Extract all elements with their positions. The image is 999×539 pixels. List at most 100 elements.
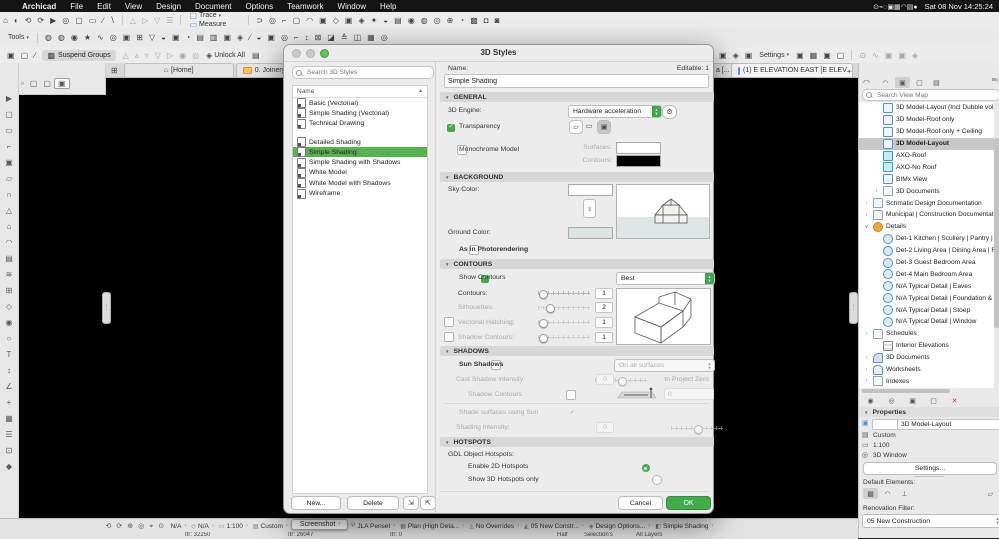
- crumb-reno-filter[interactable]: ◭ 05 New Constr... ›: [522, 523, 587, 530]
- navigator-menu-button[interactable]: ≡›: [992, 77, 998, 84]
- tree-icon[interactable]: ▣: [882, 51, 896, 60]
- contours-row[interactable]: Contours: 1: [440, 286, 616, 301]
- clone-icon[interactable]: ▣: [742, 51, 756, 60]
- inject-parameters-icon[interactable]: ∖: [107, 16, 118, 25]
- crumb-penset[interactable]: Ψ JLA Penset ›: [348, 523, 398, 530]
- cloud-display-icon[interactable]: ◠: [880, 488, 895, 499]
- trace-combo[interactable]: ▢ Trace ▾: [185, 11, 244, 20]
- crumb-overrides[interactable]: ◬ No Overrides ›: [467, 523, 522, 530]
- dimension-tool-icon[interactable]: +: [0, 395, 18, 411]
- unlock-icon[interactable]: ◎: [189, 51, 202, 60]
- new-style-button[interactable]: New...: [291, 496, 341, 510]
- orbit-mode-icon[interactable]: ◎: [136, 523, 147, 530]
- layers-icon[interactable]: ☰: [163, 16, 176, 25]
- frame-icon[interactable]: ▢: [290, 16, 304, 25]
- render-icon[interactable]: ◔: [183, 33, 194, 42]
- arc-icon[interactable]: ◠: [303, 16, 316, 25]
- text-tool-icon[interactable]: ∠: [0, 379, 18, 395]
- window-tool-icon[interactable]: ▣: [0, 155, 18, 171]
- menu-edit[interactable]: Edit: [90, 2, 118, 11]
- railing-tool-icon[interactable]: ≋: [0, 267, 18, 283]
- pan-icon[interactable]: ◐: [11, 16, 22, 25]
- menu-view[interactable]: View: [118, 2, 149, 11]
- marquee-box-icon[interactable]: ▣: [53, 78, 70, 89]
- vectorial-hatching-row[interactable]: Vectorial Hatching: 1: [440, 315, 616, 330]
- section-shadows[interactable]: ▼ SHADOWS: [440, 346, 714, 356]
- boolean-icon[interactable]: ⊠: [312, 33, 325, 42]
- scissors-icon[interactable]: ⊃: [253, 16, 266, 25]
- element-3d-icon[interactable]: ◈: [234, 33, 246, 42]
- walk-mode-icon[interactable]: ⌖: [147, 523, 156, 530]
- story-icon[interactable]: ▽: [146, 33, 158, 42]
- fit-icon[interactable]: ⌐: [279, 16, 290, 25]
- navigator-item[interactable]: 3D Model-Layout (Incl Dubble volum: [859, 102, 994, 114]
- shadow-angle-value[interactable]: 0: [664, 388, 714, 400]
- menu-file[interactable]: File: [63, 2, 90, 11]
- right-palette-resize-handle[interactable]: ⋮: [849, 292, 858, 324]
- tab-home[interactable]: ⌂ [Home]: [123, 63, 234, 77]
- navigator-item[interactable]: 3D Model-Layout: [859, 137, 994, 150]
- menu-options[interactable]: Options: [239, 2, 281, 11]
- style-basic-vectorial[interactable]: Basic (Vectorial): [293, 98, 427, 109]
- navigator-item[interactable]: AXO-No Roof: [859, 161, 994, 173]
- selection-info[interactable]: Selection's: [584, 532, 613, 538]
- group-icon[interactable]: ▣: [4, 51, 18, 60]
- navigator-item[interactable]: N/A Typical Detail | Eaves: [859, 280, 994, 292]
- send-back-icon[interactable]: ▽: [152, 51, 164, 60]
- navigator-item[interactable]: N/A Typical Detail | Window: [859, 316, 994, 328]
- grid-snap-icon[interactable]: ▩: [467, 16, 481, 25]
- attach-icon[interactable]: ◎: [378, 33, 391, 42]
- bring-forward-icon[interactable]: ▵: [132, 51, 142, 60]
- sky-color-swatch[interactable]: [568, 184, 613, 196]
- close-button[interactable]: [292, 49, 301, 58]
- sun-study-icon[interactable]: ◔: [456, 16, 467, 25]
- slab-tool-icon[interactable]: △: [0, 203, 18, 219]
- align-mid-icon[interactable]: ▷: [139, 16, 151, 25]
- view-name-field[interactable]: 3D Model-Layout: [897, 419, 999, 430]
- stair-tool-icon[interactable]: ▤: [0, 251, 18, 267]
- sync-icon[interactable]: ⊙: [856, 51, 869, 60]
- section-contours[interactable]: ▼ CONTOURS: [440, 259, 714, 269]
- column-tool-icon[interactable]: ▱: [0, 171, 18, 187]
- open-view-icon[interactable]: ▢: [926, 395, 941, 406]
- crumb-scale[interactable]: ▭ 1:100 ›: [217, 523, 251, 530]
- teamwork-receive-icon[interactable]: ◍: [55, 33, 68, 42]
- section-hotspots[interactable]: ▼ HOTSPOTS: [440, 437, 714, 447]
- left-palette-resize-handle[interactable]: ⋮: [102, 292, 111, 324]
- style-white-model[interactable]: White Model: [293, 167, 427, 178]
- section-general[interactable]: ▼ GENERAL: [440, 92, 714, 102]
- section-icon[interactable]: ◒: [158, 33, 169, 42]
- navigator-item[interactable]: › Schedules: [859, 328, 994, 340]
- favorites-icon[interactable]: ★: [81, 33, 94, 42]
- navigator-item[interactable]: 3D Model-Roof only: [859, 114, 994, 126]
- zoom-redo-icon[interactable]: ⟳: [114, 523, 125, 530]
- transparency-off-button[interactable]: ▱: [569, 120, 583, 134]
- align-down-icon[interactable]: ▽: [151, 16, 163, 25]
- navigator-hscrollbar[interactable]: [862, 389, 950, 393]
- import-styles-button[interactable]: ⇲: [403, 496, 419, 510]
- reserve-icon[interactable]: ◉: [68, 33, 81, 42]
- shade-sun-checkbox[interactable]: [569, 409, 577, 418]
- cast-shadow-value[interactable]: 0: [596, 374, 614, 385]
- navigator-item[interactable]: N/A Typical Detail | Stoep: [859, 304, 994, 316]
- redo-icon[interactable]: ⟳: [34, 16, 47, 25]
- crumb-partial-structure[interactable]: ◇ N/A ›: [189, 523, 216, 530]
- favorites-folder-icon[interactable]: ▱: [983, 488, 998, 499]
- menu-document[interactable]: Document: [188, 2, 238, 11]
- axon-icon[interactable]: ◈: [355, 16, 367, 25]
- bring-front-icon[interactable]: △: [120, 51, 132, 60]
- shadow-contours-row[interactable]: Shadow Contours: 1: [440, 330, 616, 345]
- look-around-icon[interactable]: ◍: [418, 16, 431, 25]
- selection-grab-icon[interactable]: ▣: [820, 51, 834, 60]
- navigator-item[interactable]: Interior Elevations: [859, 340, 994, 352]
- camera-path-icon[interactable]: ▣: [169, 33, 183, 42]
- renovation-filter-dropdown[interactable]: 05 New Construction ▲ ▼: [862, 514, 999, 528]
- app-dot-icon[interactable]: ●: [913, 4, 917, 11]
- lock-icon[interactable]: ◉: [176, 51, 189, 60]
- grid-icon[interactable]: ⊞: [133, 33, 146, 42]
- navigator-scrollbar[interactable]: [994, 138, 999, 328]
- menu-archicad[interactable]: Archicad: [15, 2, 63, 11]
- style-list-header[interactable]: Name ▲: [293, 86, 427, 98]
- navigator-item[interactable]: › Worksheets: [859, 364, 994, 376]
- pen-icon[interactable]: ∕: [246, 33, 253, 42]
